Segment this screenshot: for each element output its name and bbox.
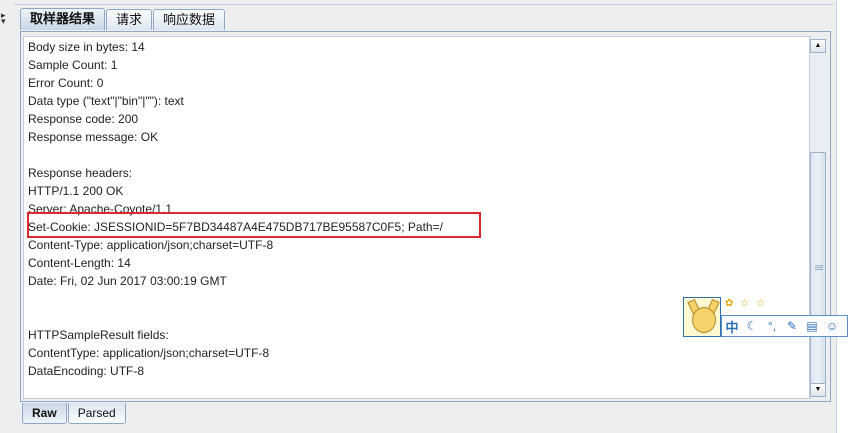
view-mode-tabs: Raw Parsed: [22, 403, 127, 425]
tab-request[interactable]: 请求: [106, 9, 153, 30]
highlight-box: [27, 212, 481, 238]
tab-parsed[interactable]: Parsed: [67, 403, 126, 424]
ime-buttons: 中 ☾ °, ✎ ▤ ☺: [721, 315, 848, 337]
clipboard-icon[interactable]: ▤: [802, 319, 822, 333]
result-line: Content-Length: 14: [28, 256, 131, 270]
moon-icon[interactable]: ☾: [742, 319, 762, 333]
result-line: ContentType: application/json;charset=UT…: [28, 346, 270, 360]
ime-toolbar[interactable]: ✿ ☆ ☆ 中 ☾ °, ✎ ▤ ☺: [683, 297, 848, 339]
result-tabs: 取样器结果 请求 响应数据: [20, 8, 226, 30]
tab-sampler-result[interactable]: 取样器结果: [20, 8, 106, 30]
top-divider: [14, 4, 834, 5]
scroll-thumb[interactable]: — — —: [810, 152, 826, 384]
result-line: HTTPSampleResult fields:: [28, 328, 169, 342]
ime-mode-button[interactable]: 中: [722, 317, 742, 336]
grip-icon: — — —: [815, 261, 823, 274]
result-line: HTTP/1.1 200 OK: [28, 184, 124, 198]
scroll-up-icon[interactable]: ▲: [810, 39, 826, 53]
result-line: DataEncoding: UTF-8: [28, 364, 145, 378]
result-line: Body size in bytes: 14: [28, 40, 145, 54]
ime-stars: ✿ ☆ ☆: [725, 298, 767, 309]
tab-raw[interactable]: Raw: [22, 403, 67, 424]
result-line: Content-Type: application/json;charset=U…: [28, 238, 274, 252]
left-splitter[interactable]: ▸ ▾: [0, 0, 15, 433]
vertical-scrollbar[interactable]: ▲ — — — ▼: [809, 37, 827, 398]
tab-response-data[interactable]: 响应数据: [153, 9, 226, 30]
result-line: Response message: OK: [28, 130, 159, 144]
result-line: Date: Fri, 02 Jun 2017 03:00:19 GMT: [28, 274, 227, 288]
result-line: Response headers:: [28, 166, 133, 180]
sampler-result-text[interactable]: Body size in bytes: 14 Sample Count: 1 E…: [23, 36, 811, 399]
wrench-icon[interactable]: ✎: [782, 319, 802, 333]
punctuation-icon[interactable]: °,: [762, 319, 782, 333]
smiley-icon[interactable]: ☺: [822, 319, 842, 333]
result-line: Data type ("text"|"bin"|""): text: [28, 94, 184, 108]
ime-avatar[interactable]: [683, 297, 721, 337]
result-line: Sample Count: 1: [28, 58, 118, 72]
result-line: Error Count: 0: [28, 76, 104, 90]
scroll-down-icon[interactable]: ▼: [810, 383, 826, 397]
collapse-down-icon[interactable]: ▾: [1, 16, 6, 27]
right-edge: [836, 0, 849, 433]
result-line: Response code: 200: [28, 112, 139, 126]
